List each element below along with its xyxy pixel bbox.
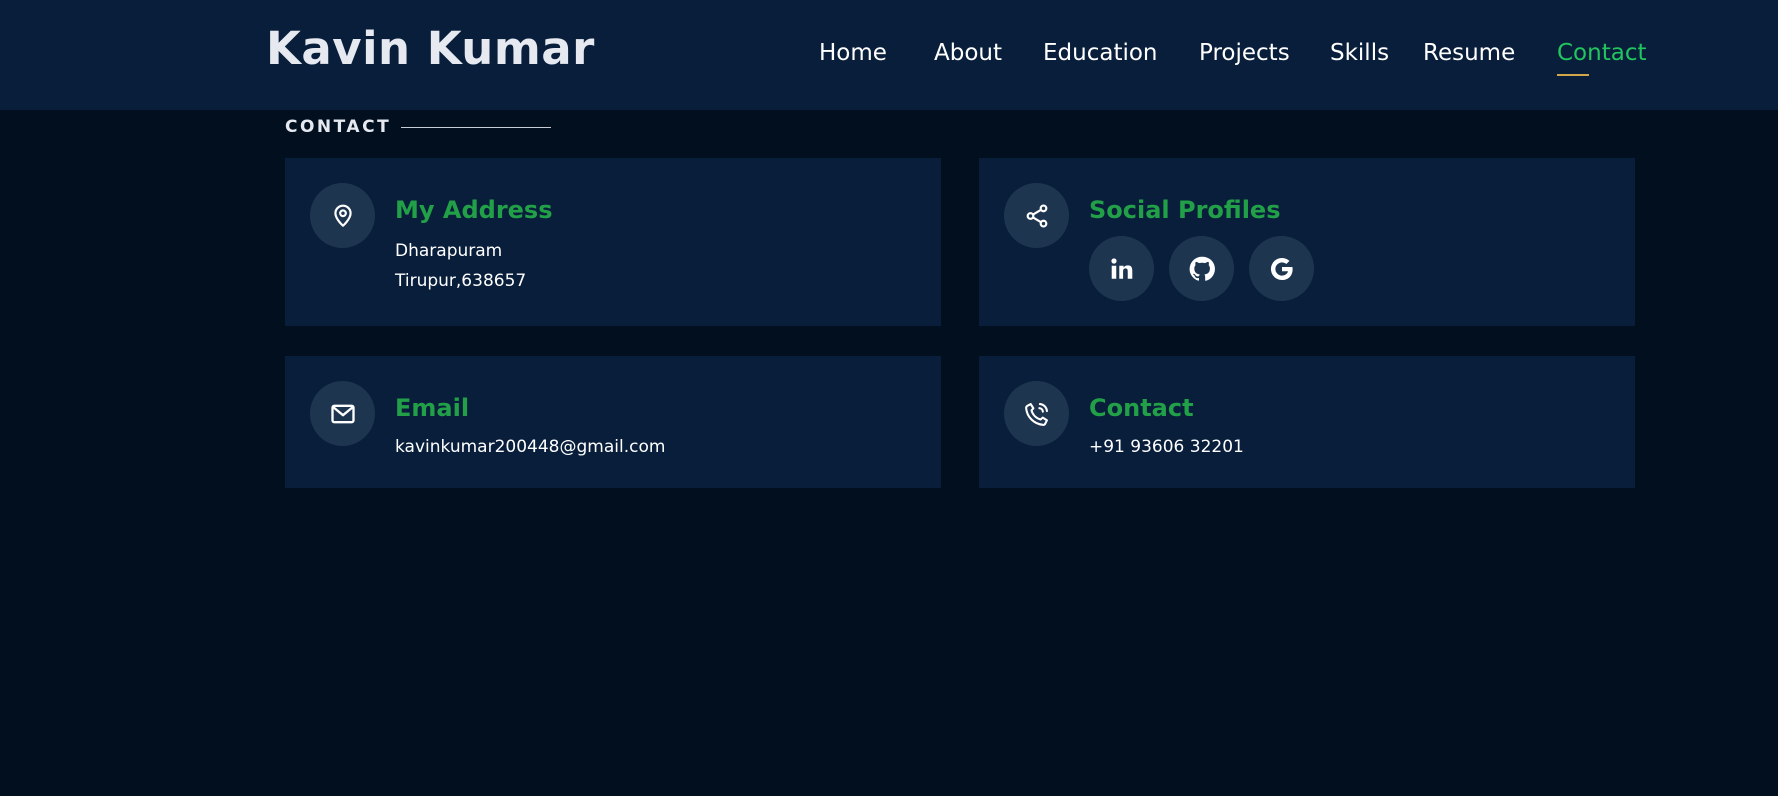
nav-active-underline [1557, 74, 1589, 76]
github-icon [1189, 256, 1215, 281]
section-title-divider [401, 127, 551, 128]
section-title: CONTACT [285, 117, 392, 137]
email-icon-circle [310, 381, 375, 446]
email-title: Email [395, 394, 470, 422]
site-header: Kavin Kumar Home About Education Project… [0, 0, 1778, 110]
phone-card: Contact +91 93606 32201 [979, 356, 1635, 488]
nav-link-contact[interactable]: Contact [1557, 36, 1646, 70]
github-link[interactable] [1169, 236, 1234, 301]
email-value[interactable]: kavinkumar200448@gmail.com [395, 434, 665, 460]
linkedin-icon [1110, 257, 1132, 279]
nav-link-resume[interactable]: Resume [1423, 36, 1515, 70]
map-pin-icon [333, 204, 352, 227]
social-card: Social Profiles [979, 158, 1635, 326]
phone-icon [1024, 402, 1048, 426]
email-card: Email kavinkumar200448@gmail.com [285, 356, 941, 488]
mail-icon [330, 404, 355, 423]
google-link[interactable] [1249, 236, 1314, 301]
google-icon [1270, 257, 1293, 280]
nav-link-home[interactable]: Home [819, 36, 887, 70]
nav-link-skills[interactable]: Skills [1330, 36, 1389, 70]
address-title: My Address [395, 196, 553, 224]
site-logo[interactable]: Kavin Kumar [266, 19, 595, 79]
address-line-2: Tirupur,638657 [395, 271, 527, 291]
phone-value[interactable]: +91 93606 32201 [1089, 434, 1244, 460]
nav-link-education[interactable]: Education [1043, 36, 1158, 70]
address-card: My Address Dharapuram Tirupur,638657 [285, 158, 941, 326]
nav-link-projects[interactable]: Projects [1199, 36, 1290, 70]
linkedin-link[interactable] [1089, 236, 1154, 301]
address-line-1: Dharapuram [395, 241, 503, 261]
social-title: Social Profiles [1089, 196, 1281, 224]
phone-title: Contact [1089, 394, 1194, 422]
address-icon-circle [310, 183, 375, 248]
phone-icon-circle [1004, 381, 1069, 446]
social-icon-circle [1004, 183, 1069, 248]
share-icon [1026, 204, 1047, 227]
nav-link-about[interactable]: About [934, 36, 1002, 70]
